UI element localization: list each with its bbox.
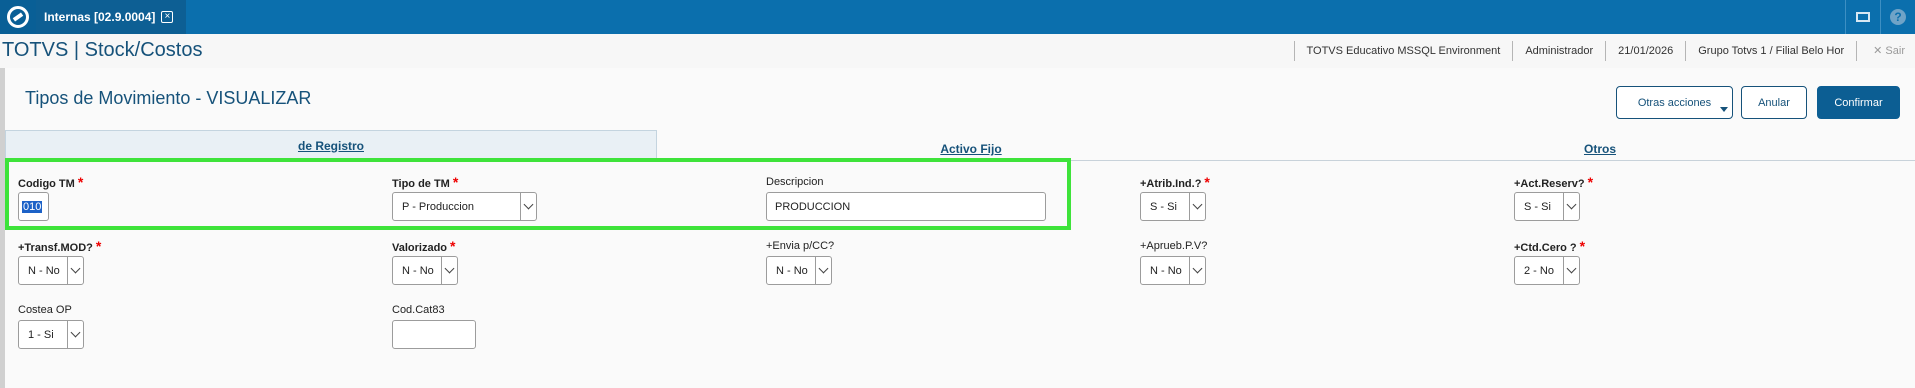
user-info[interactable]: Administrador xyxy=(1512,41,1605,61)
chevron-down-icon[interactable] xyxy=(815,257,831,284)
folder-tabs: de Registro Activo Fijo Otros xyxy=(5,130,1915,160)
chevron-down-icon[interactable] xyxy=(1563,193,1579,220)
aprueb-pv-select[interactable]: N - No xyxy=(1140,256,1206,285)
highlight-box xyxy=(5,158,1071,230)
chevron-down-icon[interactable] xyxy=(1563,257,1579,284)
exit-button[interactable]: ✕ Sair xyxy=(1856,41,1915,61)
field-envia-pcc: +Envia p/CC? N - No xyxy=(766,239,834,285)
transf-mod-select[interactable]: N - No xyxy=(18,256,84,285)
chevron-down-icon[interactable] xyxy=(67,257,83,284)
tab-label: Internas [02.9.0004] xyxy=(44,10,156,24)
chevron-down-icon[interactable] xyxy=(1189,193,1205,220)
chevron-down-icon[interactable] xyxy=(67,321,83,348)
page-title: Tipos de Movimiento - VISUALIZAR xyxy=(25,88,312,108)
field-act-reserv: +Act.Reserv? * S - Si xyxy=(1514,175,1593,221)
close-icon[interactable]: × xyxy=(161,11,174,23)
field-cod-cat83: Cod.Cat83 xyxy=(392,303,476,349)
cancel-button[interactable]: Anular xyxy=(1741,86,1807,119)
cod-cat83-input[interactable] xyxy=(392,320,476,349)
tab-internas[interactable]: Internas [02.9.0004] × xyxy=(36,0,186,34)
date-info[interactable]: 21/01/2026 xyxy=(1605,41,1685,61)
help-icon[interactable]: ? xyxy=(1880,0,1915,34)
act-reserv-select[interactable]: S - Si xyxy=(1514,192,1580,221)
app-title: TOTVS | Stock/Costos xyxy=(2,39,203,61)
valorizado-select[interactable]: N - No xyxy=(392,256,458,285)
other-actions-button[interactable]: Otras acciones xyxy=(1616,86,1733,119)
chevron-down-icon[interactable] xyxy=(1189,257,1205,284)
branch-info[interactable]: Grupo Totvs 1 / Filial Belo Hor xyxy=(1685,41,1856,61)
field-ctd-cero: +Ctd.Cero ? * 2 - No xyxy=(1514,239,1585,285)
field-costea-op: Costea OP 1 - Si xyxy=(18,303,84,349)
mail-icon[interactable] xyxy=(1845,0,1880,34)
field-valorizado: Valorizado * N - No xyxy=(392,239,458,285)
app-header: TOTVS | Stock/Costos TOTVS Educativo MSS… xyxy=(0,34,1915,68)
caret-down-icon xyxy=(1720,107,1728,112)
field-atrib-ind: +Atrib.Ind.? * S - Si xyxy=(1140,175,1210,221)
confirm-button[interactable]: Confirmar xyxy=(1817,86,1900,119)
top-bar: Internas [02.9.0004] × ? xyxy=(0,0,1915,34)
tab-de-registro[interactable]: de Registro xyxy=(5,130,657,160)
field-aprueb-pv: +Aprueb.P.V? N - No xyxy=(1140,239,1207,285)
costea-op-select[interactable]: 1 - Si xyxy=(18,320,84,349)
ctd-cero-select[interactable]: 2 - No xyxy=(1514,256,1580,285)
atrib-ind-select[interactable]: S - Si xyxy=(1140,192,1206,221)
field-transf-mod: +Transf.MOD? * N - No xyxy=(18,239,101,285)
environment-info[interactable]: TOTVS Educativo MSSQL Environment xyxy=(1293,41,1513,61)
chevron-down-icon[interactable] xyxy=(441,257,457,284)
envia-pcc-select[interactable]: N - No xyxy=(766,256,832,285)
totvs-logo-icon[interactable] xyxy=(0,0,36,34)
